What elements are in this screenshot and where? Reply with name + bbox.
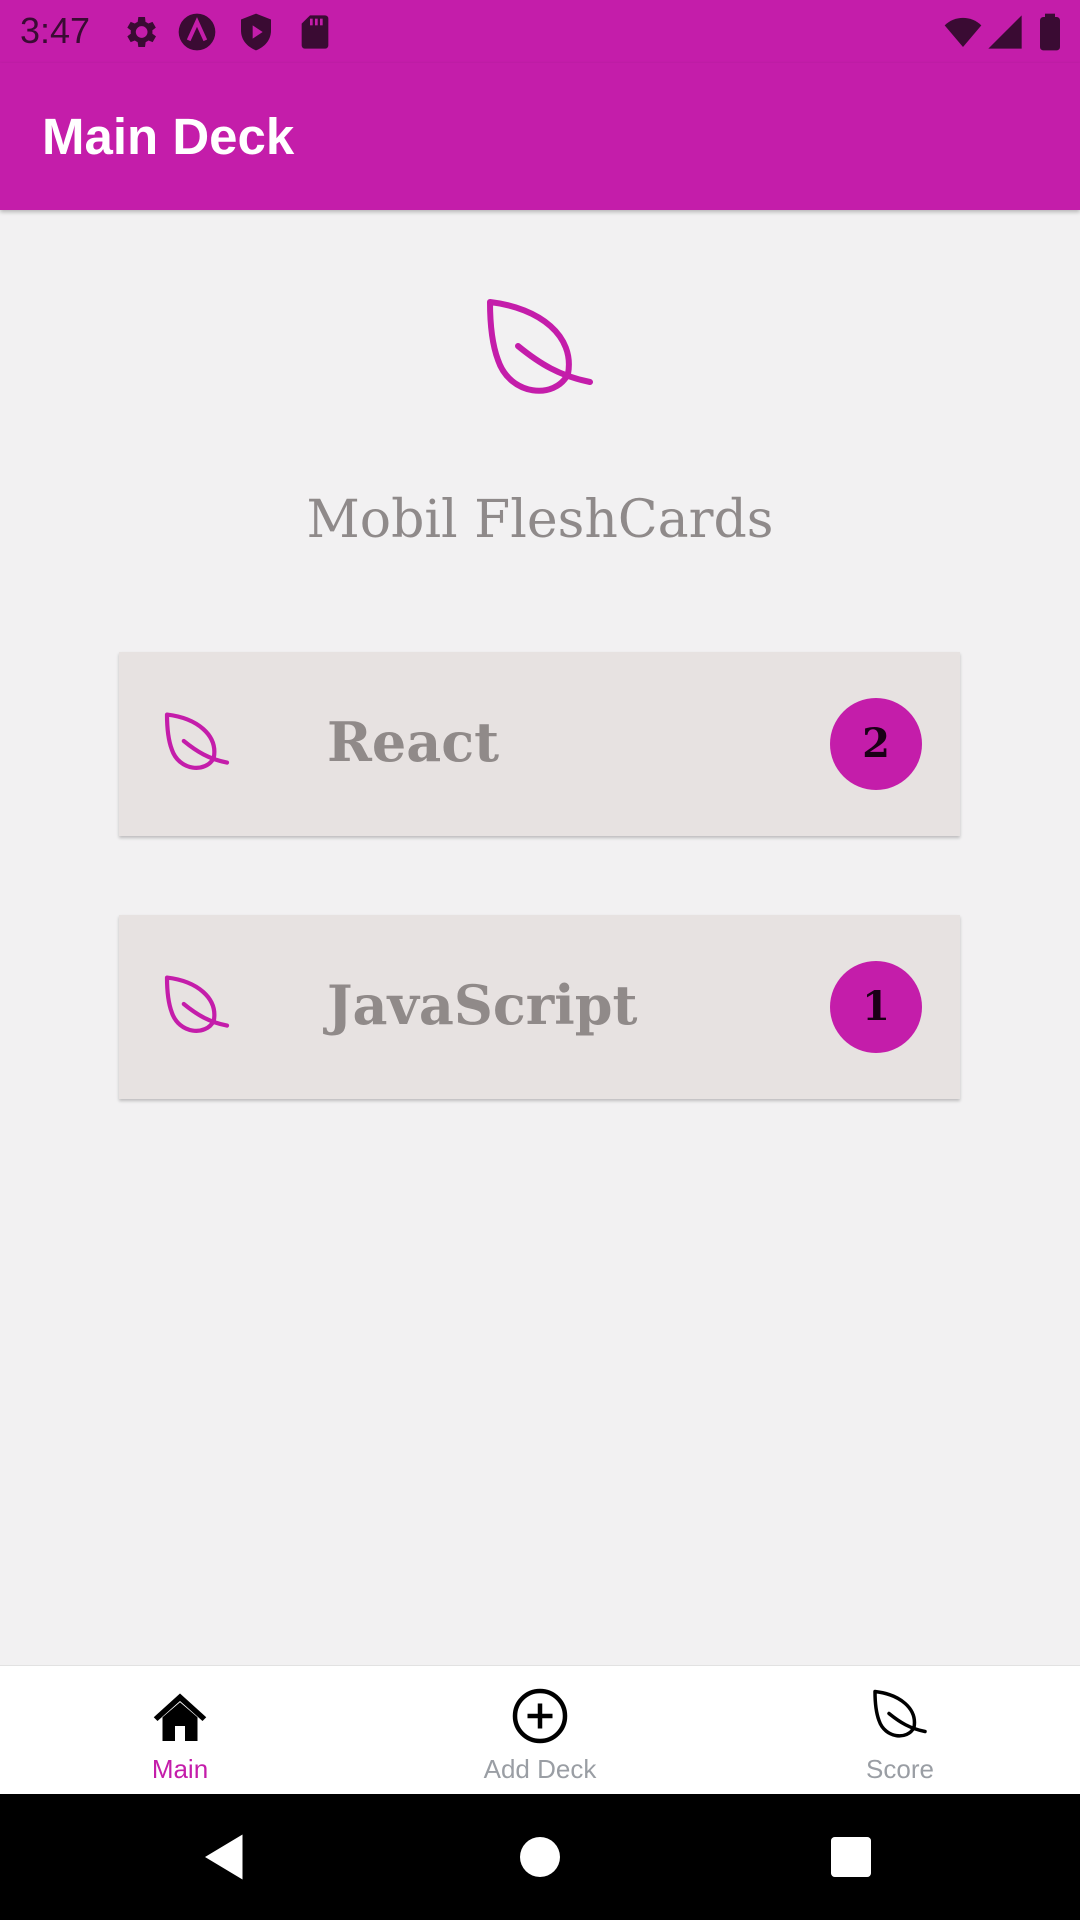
wifi-icon	[944, 17, 982, 47]
play-protect-icon	[241, 13, 271, 51]
add-circle-icon	[512, 1688, 568, 1744]
nav-tab-add-deck[interactable]: Add Deck	[360, 1666, 720, 1795]
deck-card-javascript[interactable]: JavaScript 1	[119, 915, 960, 1099]
nav-tab-main[interactable]: Main	[0, 1666, 360, 1795]
sd-card-icon	[301, 15, 329, 49]
page-title: Main Deck	[42, 108, 295, 165]
status-bar: 3:47	[0, 0, 1080, 63]
app-a-icon	[178, 13, 216, 51]
signal-icon	[988, 15, 1022, 49]
bottom-nav: Main Add Deck Score	[0, 1665, 1080, 1795]
app-bar: Main Deck	[0, 63, 1080, 210]
home-icon	[153, 1693, 207, 1741]
app-name: Mobil FleshCards	[306, 490, 774, 550]
deck-count-badge: 1	[830, 961, 922, 1053]
nav-label-main: Main	[151, 1754, 209, 1784]
battery-icon	[1040, 13, 1060, 51]
deck-card-react[interactable]: React 2	[119, 652, 960, 836]
nav-label-add-deck: Add Deck	[483, 1754, 597, 1784]
system-nav-bar	[0, 1794, 1080, 1920]
deck-count-badge: 2	[830, 698, 922, 790]
nav-label-score: Score	[866, 1754, 934, 1784]
nav-tab-score[interactable]: Score	[720, 1666, 1080, 1795]
recents-icon[interactable]	[821, 1827, 881, 1887]
deck-name: JavaScript	[327, 973, 638, 1037]
leaf-icon	[873, 1689, 927, 1738]
leaf-icon	[164, 975, 230, 1033]
home-circle-icon[interactable]	[510, 1827, 570, 1887]
status-time: 3:47	[20, 10, 91, 51]
deck-name: React	[327, 710, 500, 774]
leaf-icon	[487, 299, 593, 394]
back-icon[interactable]	[195, 1827, 255, 1887]
leaf-icon	[164, 712, 230, 770]
settings-icon	[127, 17, 156, 47]
